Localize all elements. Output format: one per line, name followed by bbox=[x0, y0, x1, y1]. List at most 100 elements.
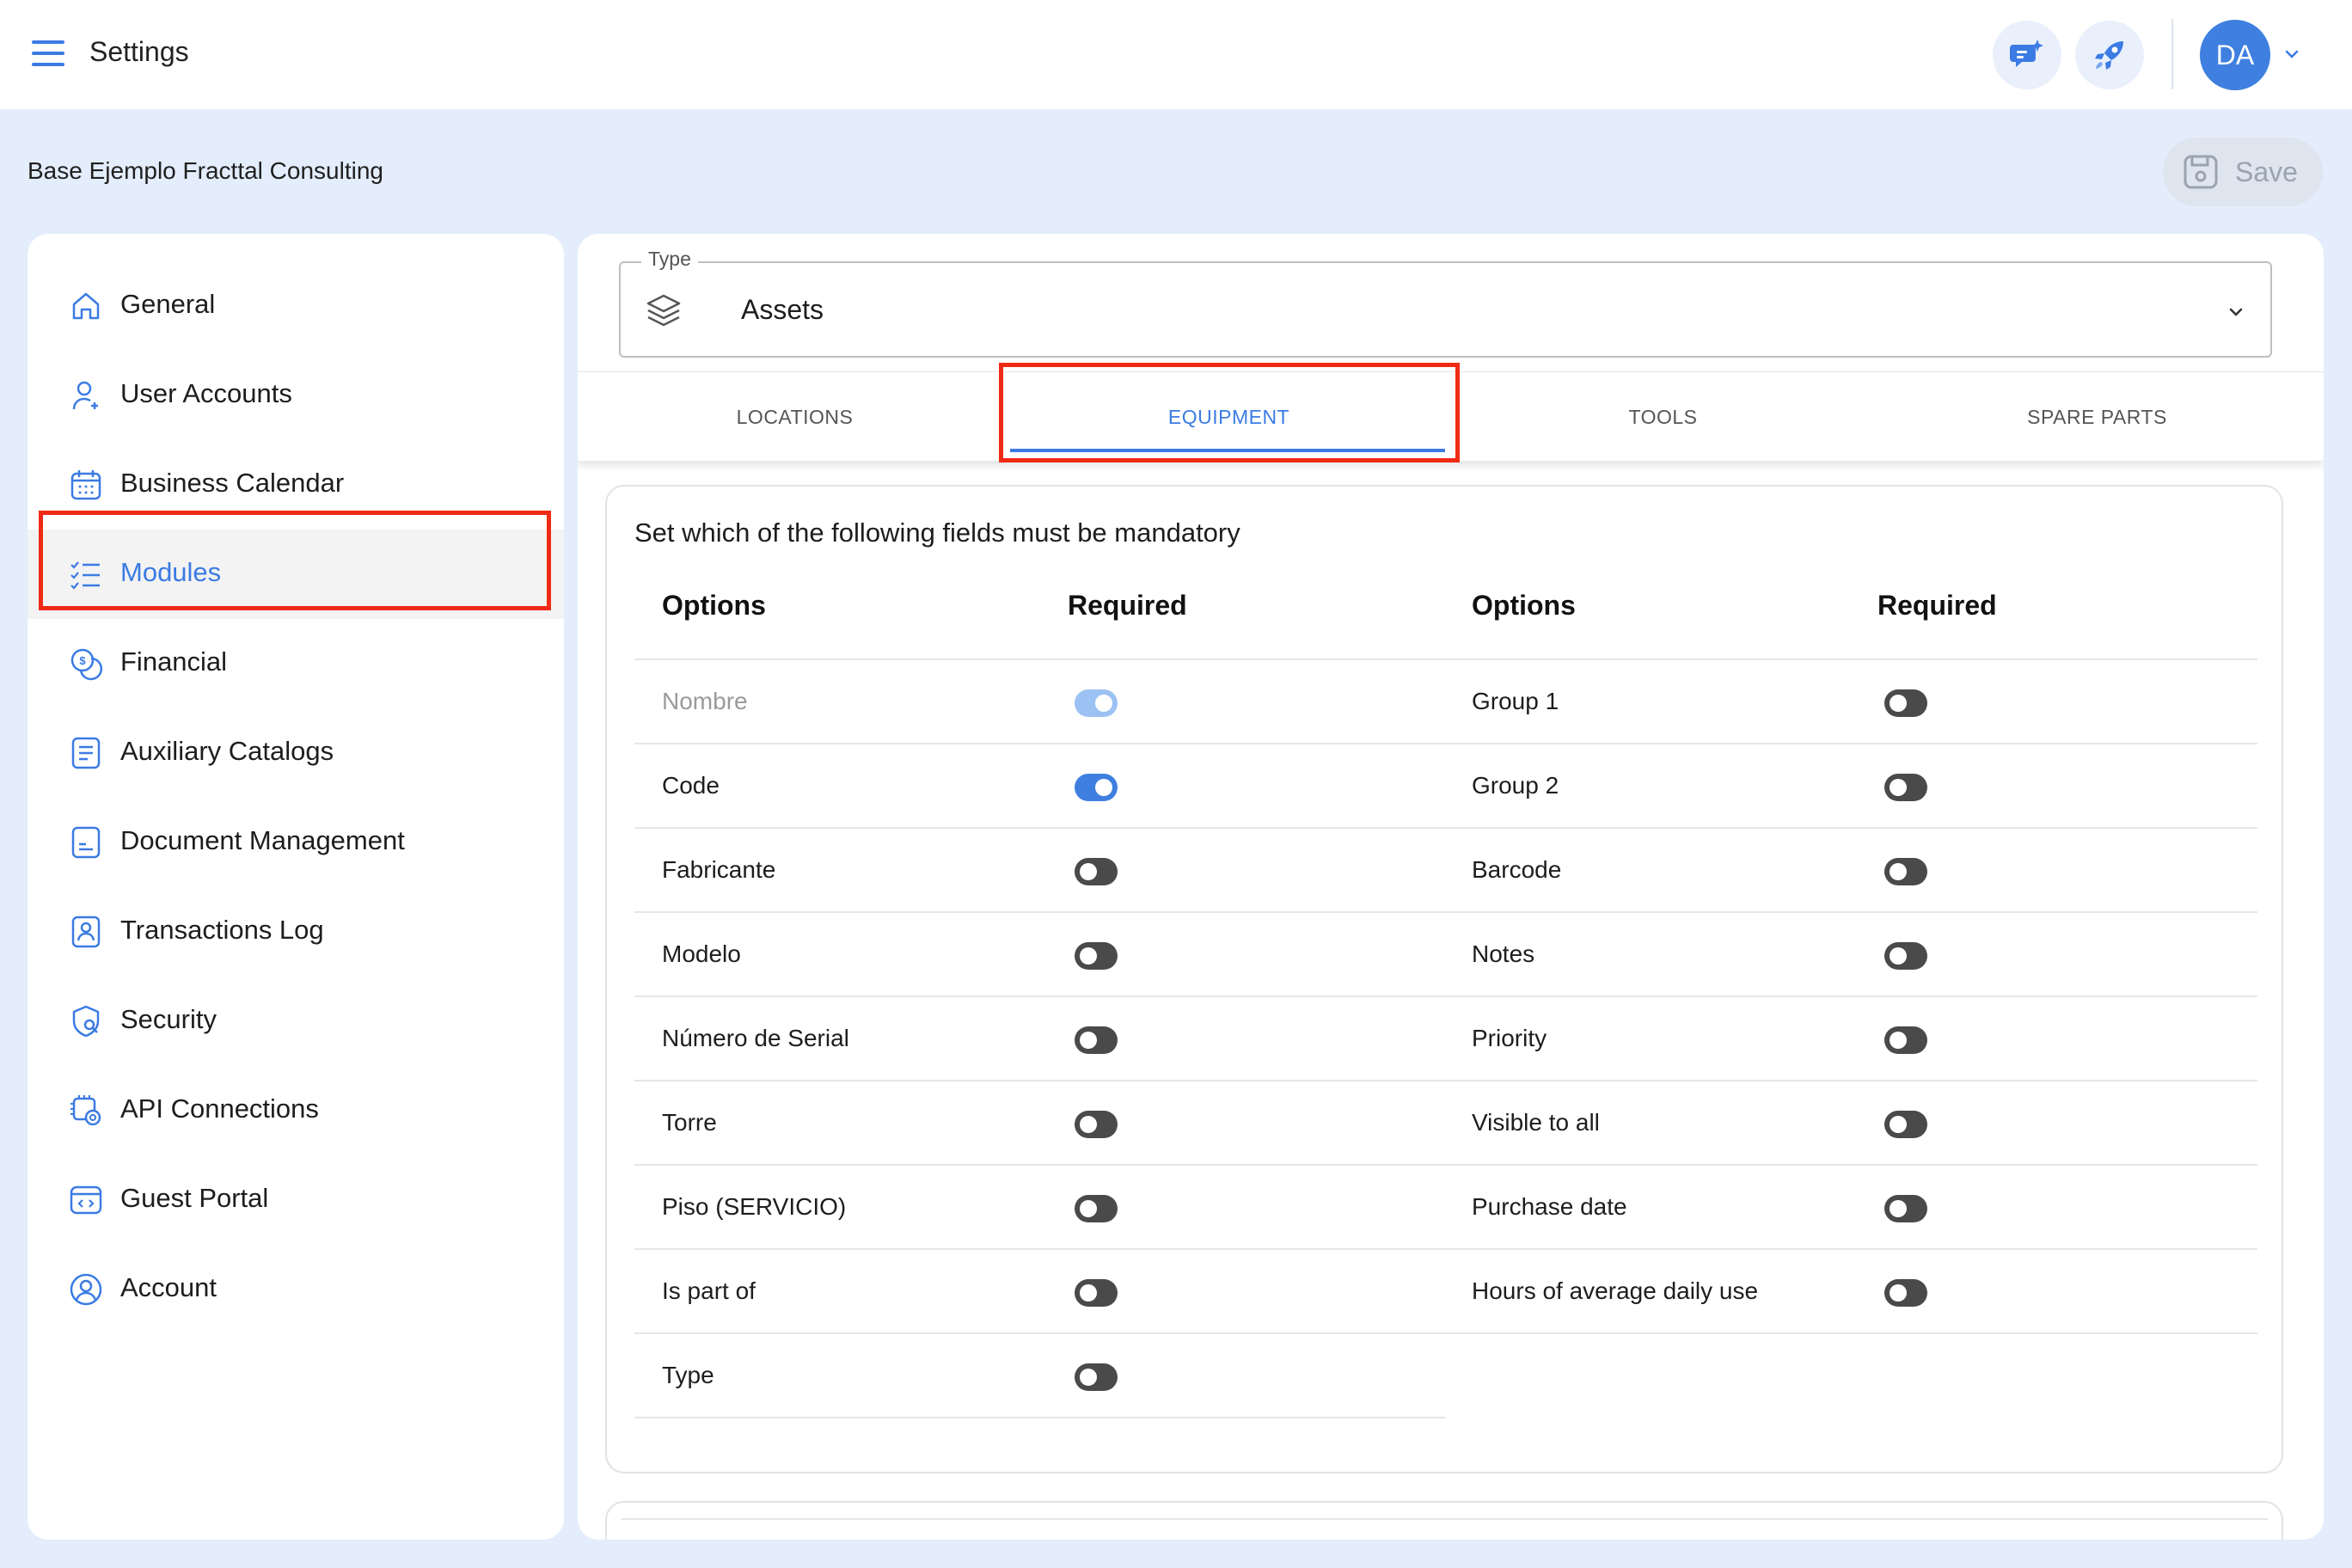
sidebar-item-guest-portal[interactable]: Guest Portal bbox=[28, 1155, 564, 1245]
document-icon bbox=[71, 826, 101, 859]
svg-text:$: $ bbox=[79, 654, 86, 667]
field-label: Notes bbox=[1472, 940, 1535, 967]
required-toggle[interactable] bbox=[1075, 1363, 1118, 1391]
field-label: Torre bbox=[662, 1109, 717, 1136]
table-row: Group 1 bbox=[1444, 660, 2256, 744]
fields-heading: Set which of the following fields must b… bbox=[634, 518, 1240, 548]
page-title: Settings bbox=[89, 36, 189, 67]
table-row: Piso (SERVICIO) bbox=[634, 1166, 1446, 1250]
field-label: Priority bbox=[1472, 1025, 1547, 1051]
field-label: Barcode bbox=[1472, 856, 1562, 883]
chat-sparkle-button[interactable] bbox=[1993, 21, 2061, 89]
sidebar-item-business-calendar[interactable]: Business Calendar bbox=[28, 440, 564, 530]
required-toggle[interactable] bbox=[1884, 1111, 1927, 1138]
row-divider bbox=[634, 1417, 1446, 1418]
required-column-header: Required bbox=[1068, 590, 1187, 621]
rocket-icon bbox=[2095, 41, 2123, 70]
tab-spare-parts[interactable]: SPARE PARTS bbox=[1880, 372, 2314, 462]
required-toggle[interactable] bbox=[1884, 774, 1927, 801]
catalog-icon bbox=[71, 737, 101, 769]
tab-tools[interactable]: TOOLS bbox=[1446, 372, 1880, 462]
chat-sparkle-icon bbox=[2010, 40, 2043, 67]
account-circle-icon bbox=[70, 1273, 102, 1306]
options-column-header: Options bbox=[1472, 590, 1576, 621]
required-toggle[interactable] bbox=[1884, 1026, 1927, 1054]
card-divider bbox=[621, 1518, 2268, 1520]
user-add-icon bbox=[72, 381, 98, 410]
sidebar-item-label: Modules bbox=[120, 557, 222, 587]
field-label: Modelo bbox=[662, 940, 741, 967]
sidebar-item-label: Document Management bbox=[120, 825, 405, 855]
api-gear-icon bbox=[70, 1095, 101, 1126]
type-value: Assets bbox=[741, 294, 824, 325]
required-toggle[interactable] bbox=[1884, 858, 1927, 885]
sidebar-item-user-accounts[interactable]: User Accounts bbox=[28, 351, 564, 440]
field-label: Piso (SERVICIO) bbox=[662, 1193, 847, 1220]
table-row: Type bbox=[634, 1334, 1446, 1418]
required-toggle[interactable] bbox=[1075, 858, 1118, 885]
required-toggle[interactable] bbox=[1884, 689, 1927, 717]
mandatory-fields-card: Set which of the following fields must b… bbox=[605, 485, 2283, 1473]
sidebar-item-label: Security bbox=[120, 1004, 217, 1034]
chevron-down-icon bbox=[2229, 308, 2243, 316]
sidebar-item-transactions-log[interactable]: Transactions Log bbox=[28, 887, 564, 977]
sidebar-item-general[interactable]: General bbox=[28, 261, 564, 351]
rocket-button[interactable] bbox=[2075, 21, 2144, 89]
save-button[interactable]: Save bbox=[2163, 138, 2323, 206]
tab-locations[interactable]: LOCATIONS bbox=[578, 372, 1012, 462]
chevron-down-icon[interactable] bbox=[2282, 45, 2301, 64]
sidebar-item-label: Account bbox=[120, 1272, 217, 1302]
menu-icon[interactable] bbox=[32, 40, 64, 66]
calendar-icon bbox=[70, 470, 101, 500]
sidebar-item-modules[interactable]: Modules bbox=[28, 530, 564, 619]
field-label: Type bbox=[662, 1362, 714, 1388]
sidebar-item-api-connections[interactable]: API Connections bbox=[28, 1066, 564, 1155]
required-toggle[interactable] bbox=[1884, 1195, 1927, 1222]
checklist-icon bbox=[70, 561, 100, 590]
sidebar-item-label: Auxiliary Catalogs bbox=[120, 736, 334, 766]
required-toggle[interactable] bbox=[1075, 1195, 1118, 1222]
field-label: Visible to all bbox=[1472, 1109, 1600, 1136]
sidebar-item-account[interactable]: Account bbox=[28, 1245, 564, 1334]
required-toggle[interactable] bbox=[1884, 1279, 1927, 1307]
table-row: Modelo bbox=[634, 913, 1446, 997]
home-icon bbox=[72, 292, 100, 320]
required-toggle[interactable] bbox=[1075, 1279, 1118, 1307]
table-row: Group 2 bbox=[1444, 744, 2256, 829]
field-label: Code bbox=[662, 772, 720, 799]
table-row: Visible to all bbox=[1444, 1081, 2256, 1166]
required-toggle[interactable] bbox=[1884, 942, 1927, 970]
table-row: Número de Serial bbox=[634, 997, 1446, 1081]
table-row: Purchase date bbox=[1444, 1166, 2256, 1250]
field-label: Is part of bbox=[662, 1277, 756, 1304]
avatar[interactable]: DA bbox=[2200, 20, 2270, 90]
required-toggle[interactable] bbox=[1075, 1111, 1118, 1138]
field-label: Nombre bbox=[662, 688, 748, 714]
settings-sidebar: General User Accounts Business Calendar … bbox=[28, 234, 564, 1540]
sidebar-item-security[interactable]: Security bbox=[28, 977, 564, 1066]
sidebar-item-financial[interactable]: $ Financial bbox=[28, 619, 564, 708]
save-icon bbox=[2184, 155, 2218, 189]
required-toggle bbox=[1075, 689, 1118, 717]
table-row: Nombre bbox=[634, 660, 1446, 744]
field-label: Número de Serial bbox=[662, 1025, 849, 1051]
table-row: Is part of bbox=[634, 1250, 1446, 1334]
required-toggle[interactable] bbox=[1075, 774, 1118, 801]
sidebar-item-label: Guest Portal bbox=[120, 1183, 269, 1213]
sidebar-item-document-management[interactable]: Document Management bbox=[28, 798, 564, 887]
secondary-card bbox=[605, 1501, 2283, 1540]
sidebar-item-label: General bbox=[120, 289, 216, 319]
table-row: Barcode bbox=[1444, 829, 2256, 913]
table-row: Torre bbox=[634, 1081, 1446, 1166]
shield-icon bbox=[72, 1005, 100, 1038]
active-tab-indicator bbox=[1010, 449, 1445, 452]
layers-icon bbox=[646, 294, 681, 327]
required-toggle[interactable] bbox=[1075, 942, 1118, 970]
required-toggle[interactable] bbox=[1075, 1026, 1118, 1054]
type-select[interactable]: Type Assets bbox=[619, 248, 2272, 358]
type-label: Type bbox=[641, 248, 698, 271]
log-icon bbox=[71, 916, 101, 948]
sidebar-item-auxiliary-catalogs[interactable]: Auxiliary Catalogs bbox=[28, 708, 564, 798]
field-label: Group 2 bbox=[1472, 772, 1559, 799]
portal-icon bbox=[70, 1185, 102, 1215]
